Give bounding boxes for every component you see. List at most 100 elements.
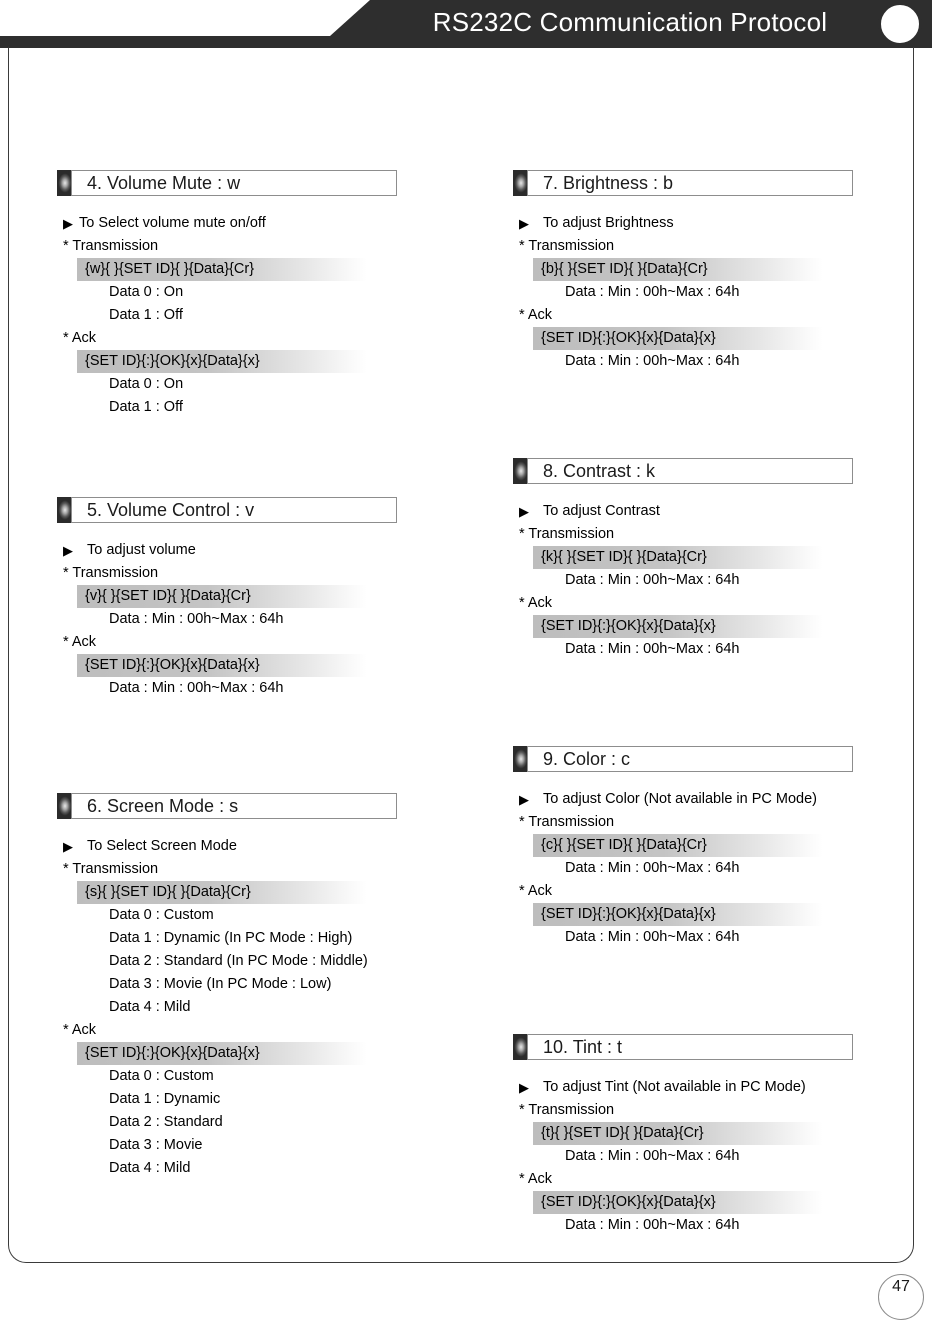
purpose-text: To adjust Tint (Not available in PC Mode… bbox=[543, 1079, 806, 1095]
triangle-right-icon: ▶ bbox=[63, 543, 73, 558]
transmission-label: * Transmission bbox=[63, 861, 159, 877]
section-header: 4. Volume Mute : w bbox=[57, 170, 397, 196]
transmission-data-row: Data 0 : On bbox=[109, 284, 184, 300]
triangle-right-icon: ▶ bbox=[519, 504, 529, 519]
section-header: 9. Color : c bbox=[513, 746, 853, 772]
transmission-label: * Transmission bbox=[519, 238, 615, 254]
section-body: ▶ To adjust volume * Transmission {v}{ }{… bbox=[57, 523, 397, 700]
transmission-label: * Transmission bbox=[63, 238, 159, 254]
page-title: RS232C Communication Protocol bbox=[432, 7, 828, 37]
triangle-right-icon: ▶ bbox=[519, 792, 529, 807]
section-body: ▶ To Select volume mute on/off * Transmis… bbox=[57, 196, 397, 419]
purpose-text: To adjust Contrast bbox=[543, 503, 660, 519]
ack-command: {SET ID}{:}{OK}{x}{Data}{x} bbox=[533, 1191, 823, 1214]
transmission-data-row: Data : Min : 00h~Max : 64h bbox=[109, 611, 284, 627]
section-heading: 4. Volume Mute : w bbox=[87, 173, 241, 193]
transmission-label: * Transmission bbox=[519, 1102, 615, 1118]
ack-command: {SET ID}{:}{OK}{x}{Data}{x} bbox=[77, 654, 367, 677]
section-body: ▶ To adjust Tint (Not available in PC Mod… bbox=[513, 1060, 853, 1237]
purpose-text: To Select Screen Mode bbox=[87, 838, 237, 854]
section-heading: 8. Contrast : k bbox=[543, 461, 656, 481]
transmission-label: * Transmission bbox=[519, 526, 615, 542]
section-purpose: ▶ To adjust Contrast bbox=[513, 500, 853, 523]
transmission-data-row: Data : Min : 00h~Max : 64h bbox=[565, 1148, 740, 1164]
ack-data-row: Data 3 : Movie bbox=[109, 1137, 203, 1153]
section-header: 6. Screen Mode : s bbox=[57, 793, 397, 819]
transmission-command: {s}{ }{SET ID}{ }{Data}{Cr} bbox=[77, 881, 367, 904]
ack-data-row: Data : Min : 00h~Max : 64h bbox=[565, 641, 740, 657]
section-header: 7. Brightness : b bbox=[513, 170, 853, 196]
section-heading: 10. Tint : t bbox=[543, 1037, 623, 1057]
transmission-command: {w}{ }{SET ID}{ }{Data}{Cr} bbox=[77, 258, 367, 281]
purpose-text: To adjust Color (Not available in PC Mod… bbox=[543, 791, 818, 807]
ack-command: {SET ID}{:}{OK}{x}{Data}{x} bbox=[533, 327, 823, 350]
section-screen-mode: 6. Screen Mode : s ▶ To Select Screen Mod… bbox=[57, 793, 397, 1180]
transmission-label: * Transmission bbox=[519, 814, 615, 830]
section-purpose: ▶ To adjust Color (Not available in PC Mo… bbox=[513, 788, 853, 811]
section-volume-control: 5. Volume Control : v ▶ To adjust volume … bbox=[57, 497, 397, 700]
transmission-command: {b}{ }{SET ID}{ }{Data}{Cr} bbox=[533, 258, 823, 281]
right-column: 7. Brightness : b ▶ To adjust Brightness … bbox=[513, 170, 853, 1237]
ack-label: * Ack bbox=[519, 883, 553, 899]
section-body: ▶ To adjust Contrast * Transmission {k}{ … bbox=[513, 484, 853, 661]
triangle-right-icon: ▶ bbox=[519, 1080, 529, 1095]
transmission-command: {k}{ }{SET ID}{ }{Data}{Cr} bbox=[533, 546, 823, 569]
section-color: 9. Color : c ▶ To adjust Color (Not avail… bbox=[513, 746, 853, 949]
ack-label: * Ack bbox=[519, 1171, 553, 1187]
purpose-text: To adjust Brightness bbox=[543, 215, 674, 231]
section-header: 10. Tint : t bbox=[513, 1034, 853, 1060]
ack-data-row: Data : Min : 00h~Max : 64h bbox=[565, 1217, 740, 1233]
purpose-text: To adjust volume bbox=[87, 542, 196, 558]
section-header: 5. Volume Control : v bbox=[57, 497, 397, 523]
section-purpose: ▶ To Select volume mute on/off bbox=[57, 212, 397, 235]
transmission-data-row: Data 1 : Dynamic (In PC Mode : High) bbox=[109, 930, 353, 946]
transmission-data-row: Data 1 : Off bbox=[109, 307, 183, 323]
section-heading: 7. Brightness : b bbox=[543, 173, 674, 193]
section-volume-mute: 4. Volume Mute : w ▶ To Select volume mut… bbox=[57, 170, 397, 419]
circle-icon bbox=[878, 2, 922, 46]
ack-data-row: Data 1 : Dynamic bbox=[109, 1091, 221, 1107]
ack-data-row: Data 4 : Mild bbox=[109, 1160, 191, 1176]
ack-data-row: Data : Min : 00h~Max : 64h bbox=[565, 929, 740, 945]
ack-command: {SET ID}{:}{OK}{x}{Data}{x} bbox=[533, 903, 823, 926]
ack-data-row: Data : Min : 00h~Max : 64h bbox=[565, 353, 740, 369]
triangle-right-icon: ▶ bbox=[519, 216, 529, 231]
left-column: 4. Volume Mute : w ▶ To Select volume mut… bbox=[57, 170, 397, 1180]
triangle-right-icon: ▶ bbox=[63, 216, 73, 231]
transmission-data-row: Data 3 : Movie (In PC Mode : Low) bbox=[109, 976, 332, 992]
ack-label: * Ack bbox=[519, 307, 553, 323]
transmission-command: {c}{ }{SET ID}{ }{Data}{Cr} bbox=[533, 834, 823, 857]
section-tint: 10. Tint : t ▶ To adjust Tint (Not availa… bbox=[513, 1034, 853, 1237]
triangle-right-icon: ▶ bbox=[63, 839, 73, 854]
ack-data-row: Data 1 : Off bbox=[109, 399, 183, 415]
section-body: ▶ To adjust Brightness * Transmission {b}… bbox=[513, 196, 853, 373]
transmission-data-row: Data : Min : 00h~Max : 64h bbox=[565, 572, 740, 588]
transmission-label: * Transmission bbox=[63, 565, 159, 581]
transmission-command: {v}{ }{SET ID}{ }{Data}{Cr} bbox=[77, 585, 367, 608]
section-header: 8. Contrast : k bbox=[513, 458, 853, 484]
section-body: ▶ To Select Screen Mode * Transmission {s… bbox=[57, 819, 397, 1180]
ack-label: * Ack bbox=[63, 1022, 97, 1038]
section-purpose: ▶ To adjust Brightness bbox=[513, 212, 853, 235]
page-number: 47 bbox=[878, 1274, 924, 1320]
purpose-text: To Select volume mute on/off bbox=[79, 215, 266, 231]
transmission-command: {t}{ }{SET ID}{ }{Data}{Cr} bbox=[533, 1122, 823, 1145]
transmission-data-row: Data 4 : Mild bbox=[109, 999, 191, 1015]
ack-label: * Ack bbox=[519, 595, 553, 611]
section-heading: 6. Screen Mode : s bbox=[87, 796, 239, 816]
transmission-data-row: Data : Min : 00h~Max : 64h bbox=[565, 860, 740, 876]
ack-label: * Ack bbox=[63, 330, 97, 346]
transmission-data-row: Data 2 : Standard (In PC Mode : Middle) bbox=[109, 953, 368, 969]
ack-data-row: Data 0 : Custom bbox=[109, 1068, 214, 1084]
ack-command: {SET ID}{:}{OK}{x}{Data}{x} bbox=[77, 350, 367, 373]
ack-data-row: Data 0 : On bbox=[109, 376, 184, 392]
ack-command: {SET ID}{:}{OK}{x}{Data}{x} bbox=[533, 615, 823, 638]
ack-command: {SET ID}{:}{OK}{x}{Data}{x} bbox=[77, 1042, 367, 1065]
section-purpose: ▶ To Select Screen Mode bbox=[57, 835, 397, 858]
ack-data-row: Data 2 : Standard bbox=[109, 1114, 223, 1130]
section-purpose: ▶ To adjust volume bbox=[57, 539, 397, 562]
section-body: ▶ To adjust Color (Not available in PC Mo… bbox=[513, 772, 853, 949]
